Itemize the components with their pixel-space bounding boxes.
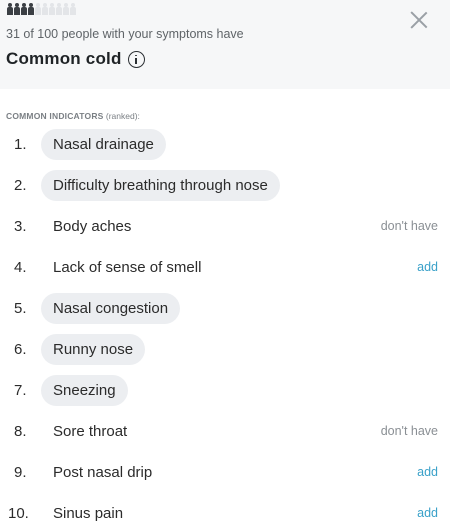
person-icon [13,3,20,16]
indicator-rank: 6. [14,341,27,358]
indicator-row: 1. Nasal drainage [0,124,450,165]
indicator-row: 5. Nasal congestion [0,288,450,329]
person-icon [62,3,69,16]
info-icon[interactable] [127,50,145,68]
indicator-label: Sneezing [41,375,128,406]
indicator-row: 2. Difficulty breathing through nose [0,165,450,206]
person-icon [27,3,34,16]
indicator-rank: 3. [14,218,27,235]
person-icon [6,3,13,16]
indicator-rank: 9. [14,464,27,481]
person-icon [55,3,62,16]
indicator-rank: 5. [14,300,27,317]
indicator-label: Runny nose [41,334,146,365]
prevalence-text: 31 of 100 people with your symptoms have [6,27,244,41]
dont-have-label: don't have [380,424,438,438]
person-icon [34,3,41,16]
add-symptom-link[interactable]: add [417,493,438,529]
condition-header: 31 of 100 people with your symptoms have… [0,0,450,89]
indicator-label: Nasal drainage [41,129,166,160]
indicator-rank: 7. [14,382,27,399]
indicator-row: 8. Sore throat don't have [0,411,450,452]
condition-title: Common cold [6,49,122,68]
indicator-rank: 4. [14,259,27,276]
indicator-label: Sore throat [53,423,128,440]
section-label-strong: COMMON INDICATORS [6,111,104,121]
indicator-rank: 2. [14,177,27,194]
indicator-row: 10. Sinus pain add [0,493,450,529]
indicator-rank: 10. [8,505,29,522]
indicator-rank: 8. [14,423,27,440]
indicator-label: Lack of sense of smell [53,259,202,276]
person-icon [41,3,48,16]
title-row: Common cold [6,49,145,69]
indicator-label: Sinus pain [53,505,124,522]
people-prevalence-graphic [6,3,76,17]
add-symptom-link[interactable]: add [417,452,438,493]
close-icon[interactable] [408,9,430,31]
dont-have-label: don't have [380,219,438,233]
indicator-rank: 1. [14,136,27,153]
person-icon [20,3,27,16]
person-icon [69,3,76,16]
indicator-label: Post nasal drip [53,464,153,481]
indicator-row: 7. Sneezing [0,370,450,411]
indicator-label: Nasal congestion [41,293,181,324]
person-icon [48,3,55,16]
section-label: COMMON INDICATORS (ranked): [6,111,140,121]
indicator-row: 4. Lack of sense of smell add [0,247,450,288]
indicator-row: 9. Post nasal drip add [0,452,450,493]
section-label-rest: (ranked): [103,111,140,121]
indicator-label: Difficulty breathing through nose [41,170,280,201]
indicator-row: 3. Body aches don't have [0,206,450,247]
add-symptom-link[interactable]: add [417,247,438,288]
indicator-row: 6. Runny nose [0,329,450,370]
indicator-label: Body aches [53,218,132,235]
